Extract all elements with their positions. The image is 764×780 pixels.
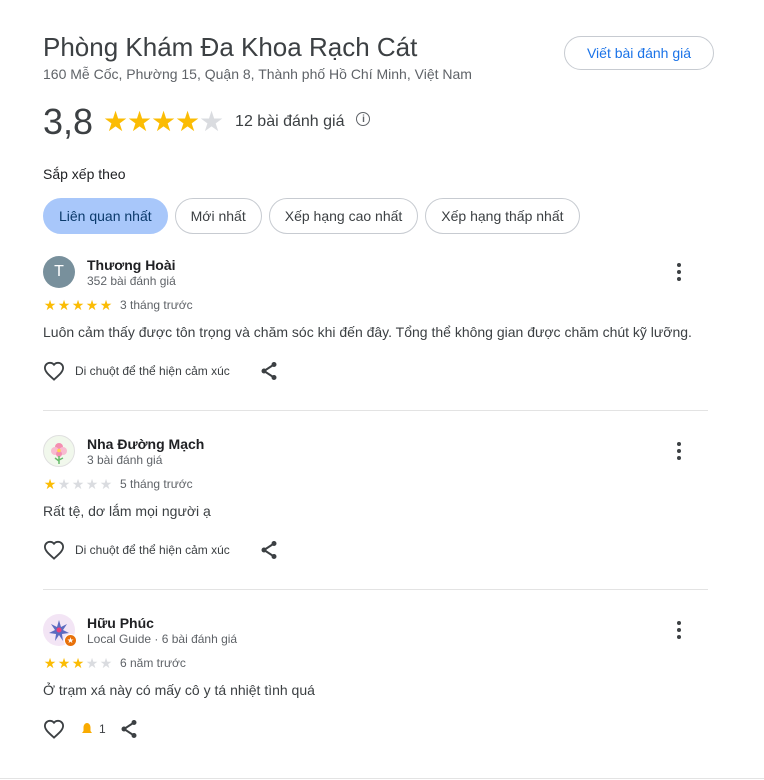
reaction-count: 1 — [99, 722, 106, 736]
sort-chip-relevant[interactable]: Liên quan nhất — [43, 198, 168, 234]
star-icon: ★ — [57, 655, 71, 671]
review-actions: Di chuột để thể hiện cảm xúc — [43, 360, 278, 382]
heart-icon — [43, 540, 65, 560]
review-time: 6 năm trước — [120, 656, 186, 670]
heart-icon — [43, 719, 65, 739]
average-stars: ★ ★ ★ ★ ★ — [103, 106, 225, 137]
more-options-icon[interactable] — [667, 439, 691, 463]
share-icon — [261, 362, 277, 380]
review-item: Nha Đường Mạch 3 bài đánh giá ★ ★ ★ ★ ★ … — [43, 435, 708, 575]
avatar-initial: T — [54, 263, 64, 280]
info-icon[interactable]: i — [356, 112, 371, 126]
sort-chips: Liên quan nhất Mới nhất Xếp hạng cao nhấ… — [43, 198, 580, 234]
flower-avatar-icon — [51, 443, 67, 464]
star-badge-icon: ★ — [66, 635, 75, 645]
review-text: Ở trạm xá này có mấy cô y tá nhiệt tình … — [43, 682, 315, 698]
star-empty-icon: ★ — [99, 476, 113, 492]
star-icon: ★ — [103, 106, 129, 137]
more-options-icon[interactable] — [667, 618, 691, 642]
star-empty-icon: ★ — [57, 476, 71, 492]
star-icon: ★ — [175, 106, 201, 137]
review-text: Luôn cảm thấy được tôn trọng và chăm sóc… — [43, 324, 692, 340]
heart-icon — [43, 361, 65, 381]
star-icon: ★ — [99, 297, 113, 313]
local-guide-badge: ★ — [64, 634, 77, 647]
review-time: 3 tháng trước — [120, 298, 193, 312]
bell-reaction-icon — [82, 723, 92, 733]
star-icon: ★ — [85, 297, 99, 313]
star-icon: ★ — [71, 655, 85, 671]
review-divider — [43, 410, 708, 411]
review-divider — [43, 589, 708, 590]
review-actions: 1 — [43, 718, 138, 740]
react-label: Di chuột để thể hiện cảm xúc — [75, 543, 230, 557]
star-icon: ★ — [43, 297, 57, 313]
rating-summary: 3,8 ★ ★ ★ ★ ★ 12 bài đánh giá i — [43, 100, 371, 144]
sort-label: Sắp xếp theo — [43, 166, 126, 182]
star-empty-icon: ★ — [85, 655, 99, 671]
review-actions: Di chuột để thể hiện cảm xúc — [43, 539, 278, 561]
star-empty-icon: ★ — [99, 655, 113, 671]
review-time: 5 tháng trước — [120, 477, 193, 491]
write-review-button[interactable]: Viết bài đánh giá — [564, 36, 714, 70]
review-author[interactable]: Hữu Phúc — [87, 615, 154, 631]
share-button[interactable] — [120, 719, 138, 739]
react-button[interactable]: Di chuột để thể hiện cảm xúc — [43, 361, 230, 381]
review-item: T Thương Hoài 352 bài đánh giá ★ ★ ★ ★ ★… — [43, 256, 708, 396]
panel-bottom-border — [0, 778, 764, 779]
react-button[interactable] — [43, 719, 65, 739]
star-empty-icon: ★ — [199, 106, 225, 137]
star-icon: ★ — [127, 106, 153, 137]
review-count: 12 bài đánh giá — [235, 113, 345, 130]
review-author-meta: 352 bài đánh giá — [87, 274, 176, 288]
star-icon: ★ — [43, 476, 57, 492]
avatar[interactable] — [43, 435, 75, 467]
star-icon: ★ — [43, 655, 57, 671]
star-empty-icon: ★ — [85, 476, 99, 492]
review-author[interactable]: Nha Đường Mạch — [87, 436, 204, 452]
react-label: Di chuột để thể hiện cảm xúc — [75, 364, 230, 378]
share-icon — [261, 541, 277, 559]
star-icon: ★ — [151, 106, 177, 137]
review-rating: ★ ★ ★ ★ ★ 6 năm trước — [43, 656, 186, 670]
share-icon — [121, 720, 137, 738]
star-empty-icon: ★ — [71, 476, 85, 492]
react-button[interactable]: Di chuột để thể hiện cảm xúc — [43, 540, 230, 560]
more-options-icon[interactable] — [667, 260, 691, 284]
avatar[interactable]: T — [43, 256, 75, 288]
sort-chip-highest[interactable]: Xếp hạng cao nhất — [268, 198, 419, 234]
review-author-meta: Local Guide · 6 bài đánh giá — [87, 632, 238, 646]
star-icon: ★ — [71, 297, 85, 313]
star-icon: ★ — [57, 297, 71, 313]
sort-chip-newest[interactable]: Mới nhất — [174, 198, 262, 234]
share-button[interactable] — [260, 540, 278, 560]
review-author-meta: 3 bài đánh giá — [87, 453, 163, 467]
sort-chip-lowest[interactable]: Xếp hạng thấp nhất — [425, 198, 580, 234]
share-button[interactable] — [260, 361, 278, 381]
review-viewport: ★ Hữu Phúc Local Guide · 6 bài đánh giá … — [0, 600, 764, 741]
average-rating: 3,8 — [43, 101, 94, 142]
review-item: ★ Hữu Phúc Local Guide · 6 bài đánh giá … — [43, 614, 708, 741]
review-text: Rất tệ, dơ lắm mọi người ạ — [43, 503, 211, 519]
review-rating: ★ ★ ★ ★ ★ 5 tháng trước — [43, 477, 193, 491]
review-rating: ★ ★ ★ ★ ★ 3 tháng trước — [43, 298, 193, 312]
review-author[interactable]: Thương Hoài — [87, 257, 176, 273]
reaction-summary[interactable]: 1 — [79, 721, 106, 737]
